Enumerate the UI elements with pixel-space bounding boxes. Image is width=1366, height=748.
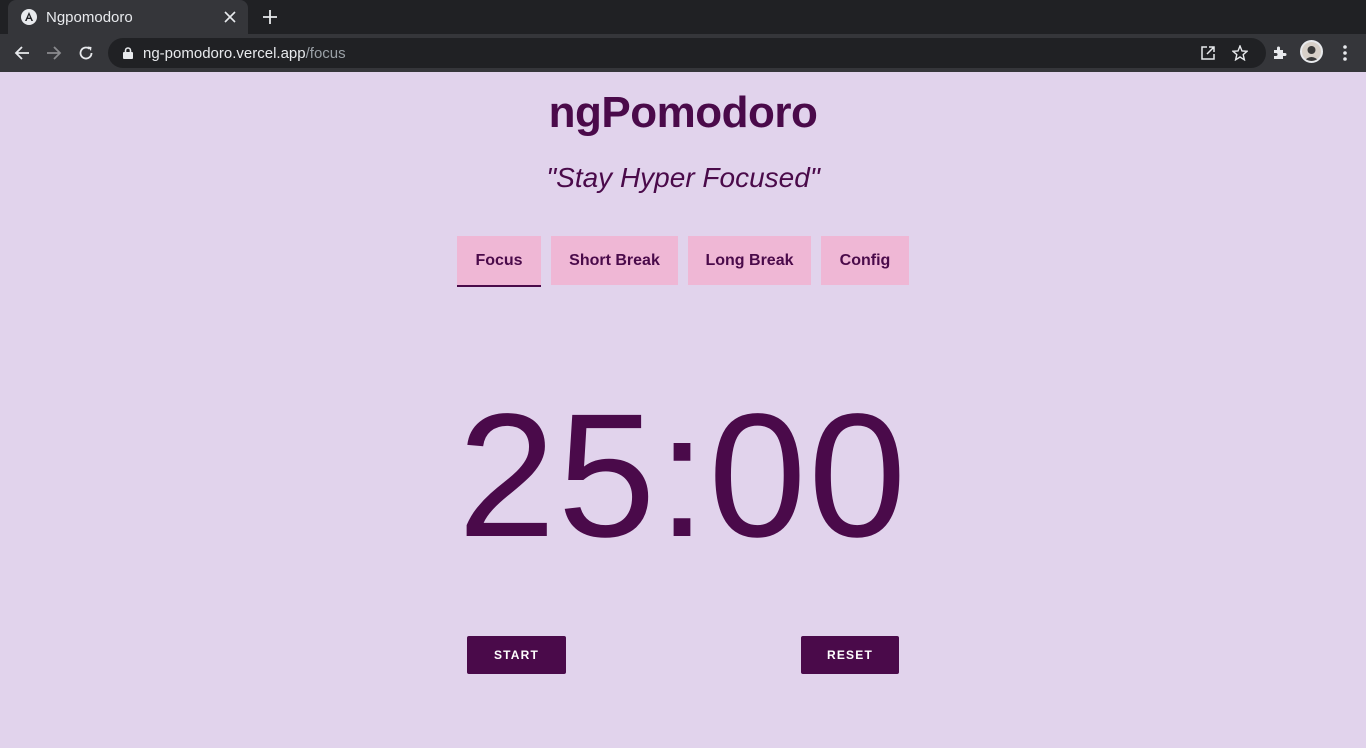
back-arrow-icon[interactable] <box>10 41 34 65</box>
forward-arrow-icon[interactable] <box>42 41 66 65</box>
kebab-menu-icon[interactable] <box>1333 41 1357 65</box>
browser-toolbar: ng-pomodoro.vercel.app/focus <box>0 34 1366 72</box>
app-title: ngPomodoro <box>548 88 818 137</box>
tab-long-break[interactable]: Long Break <box>688 236 811 285</box>
timer-display: 25:00 <box>457 378 909 574</box>
lock-icon <box>121 46 135 60</box>
browser-tab[interactable]: Ngpomodoro <box>8 0 248 34</box>
mode-tabs: Focus Short Break Long Break Config <box>0 236 1366 287</box>
reload-icon[interactable] <box>74 41 98 65</box>
close-icon[interactable] <box>220 7 240 27</box>
tab-short-break[interactable]: Short Break <box>551 236 678 285</box>
star-icon[interactable] <box>1232 45 1248 61</box>
tagline: "Stay Hyper Focused" <box>546 162 820 193</box>
tab-config[interactable]: Config <box>821 236 909 285</box>
tab-title: Ngpomodoro <box>46 8 133 26</box>
avatar[interactable] <box>1300 40 1323 63</box>
open-external-icon[interactable] <box>1200 45 1216 61</box>
extensions-icon[interactable] <box>1268 41 1292 65</box>
angular-favicon-icon <box>21 9 37 25</box>
browser-tabbar: Ngpomodoro <box>0 0 1366 34</box>
url-text: ng-pomodoro.vercel.app/focus <box>143 44 346 62</box>
reset-button[interactable]: RESET <box>801 636 899 674</box>
app-page: ngPomodoro "Stay Hyper Focused" Focus Sh… <box>0 72 1366 748</box>
start-button[interactable]: START <box>467 636 566 674</box>
plus-icon[interactable] <box>258 5 282 29</box>
tab-focus[interactable]: Focus <box>457 236 541 287</box>
address-bar[interactable]: ng-pomodoro.vercel.app/focus <box>108 38 1266 68</box>
